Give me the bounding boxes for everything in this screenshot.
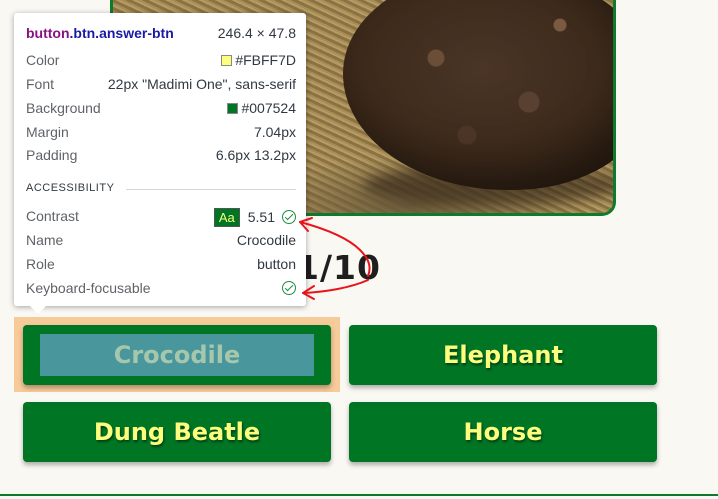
annotation-arrow-contrast [299, 221, 371, 277]
annotation-arrows [299, 217, 371, 300]
answer-label: Crocodile [113, 341, 241, 369]
